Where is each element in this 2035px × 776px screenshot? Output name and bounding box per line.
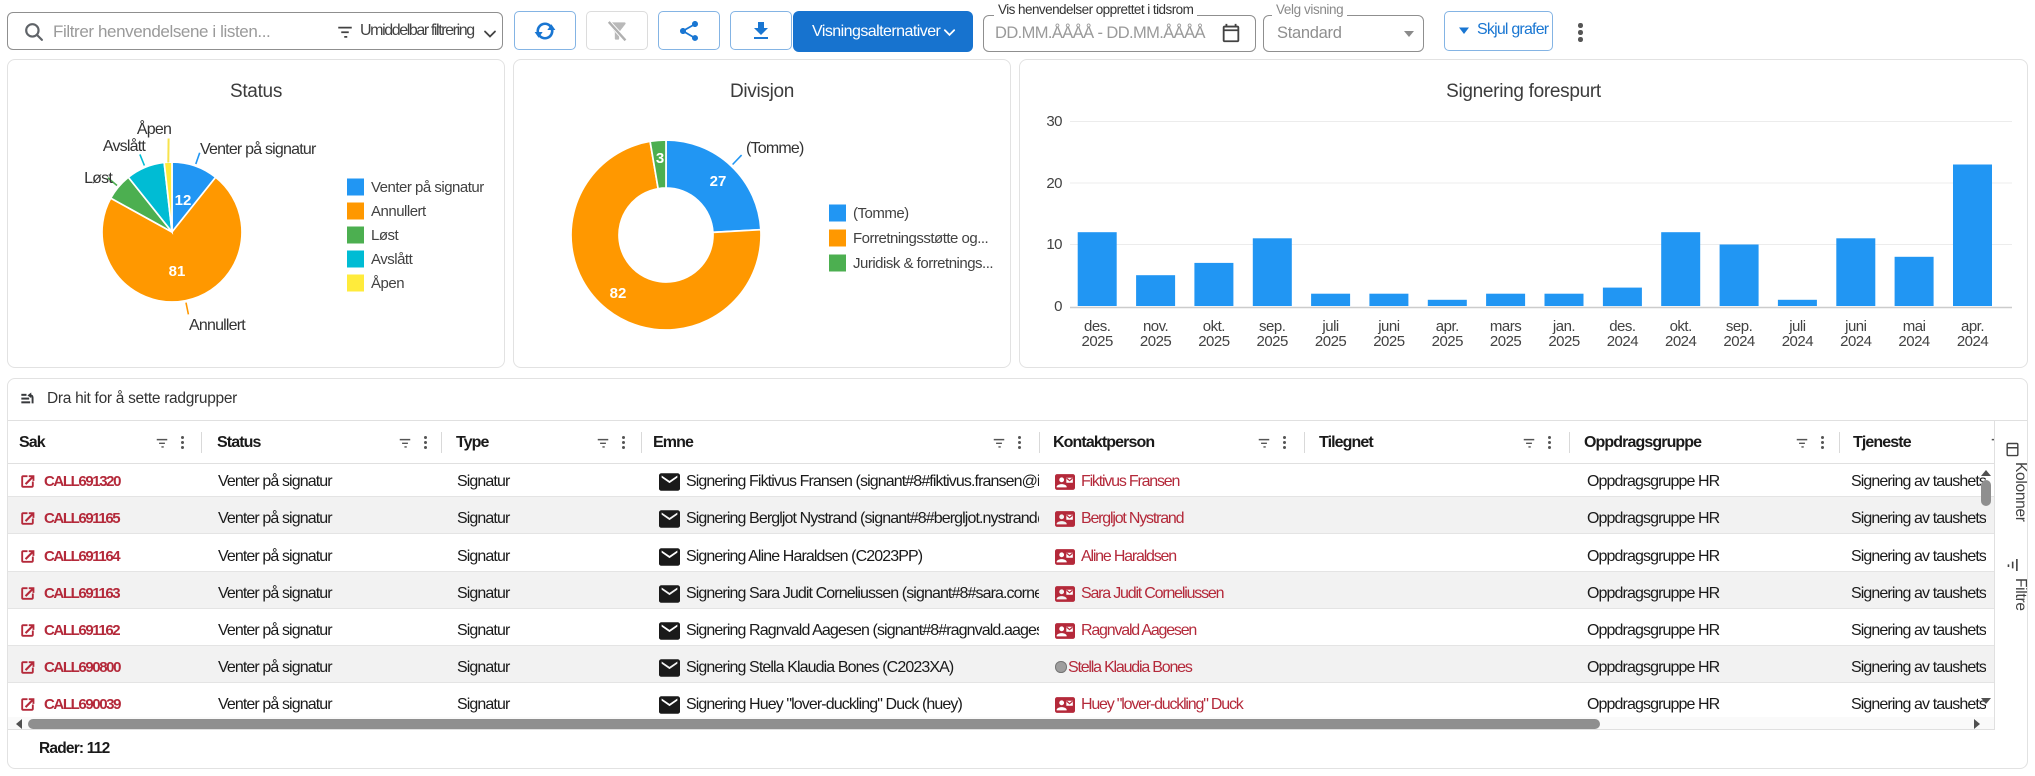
svg-text:Juridisk & forretnings...: Juridisk & forretnings... [853, 255, 993, 272]
svg-text:Annullert: Annullert [189, 317, 246, 334]
svg-text:2025: 2025 [1432, 333, 1464, 350]
svg-text:2025: 2025 [1198, 333, 1230, 350]
svg-text:2024: 2024 [1957, 333, 1989, 350]
svg-text:2025: 2025 [1373, 333, 1405, 350]
svg-text:3: 3 [656, 150, 664, 167]
svg-text:2024: 2024 [1723, 333, 1755, 350]
svg-text:10: 10 [1046, 236, 1062, 253]
svg-text:2025: 2025 [1257, 333, 1289, 350]
svg-text:Løst: Løst [84, 170, 113, 187]
svg-text:2024: 2024 [1898, 333, 1930, 350]
svg-text:2024: 2024 [1840, 333, 1872, 350]
svg-text:27: 27 [710, 173, 727, 190]
svg-text:2024: 2024 [1665, 333, 1697, 350]
svg-text:(Tomme): (Tomme) [853, 205, 909, 222]
svg-text:30: 30 [1046, 113, 1062, 130]
svg-text:2025: 2025 [1548, 333, 1580, 350]
svg-text:2025: 2025 [1140, 333, 1172, 350]
svg-text:12: 12 [175, 192, 192, 209]
svg-text:Åpen: Åpen [137, 119, 171, 138]
svg-text:2024: 2024 [1607, 333, 1639, 350]
svg-text:(Tomme): (Tomme) [746, 140, 804, 157]
svg-text:Annullert: Annullert [371, 203, 427, 220]
svg-text:81: 81 [169, 263, 186, 280]
svg-text:Avslått: Avslått [103, 137, 146, 155]
svg-text:2025: 2025 [1082, 333, 1114, 350]
svg-text:Venter på signatur: Venter på signatur [200, 140, 317, 158]
svg-text:2024: 2024 [1782, 333, 1814, 350]
svg-text:Løst: Løst [371, 227, 400, 244]
svg-text:Forretningsstøtte og...: Forretningsstøtte og... [853, 230, 988, 247]
svg-text:0: 0 [1054, 298, 1062, 315]
svg-text:2025: 2025 [1315, 333, 1347, 350]
svg-text:Åpen: Åpen [371, 275, 404, 292]
svg-text:82: 82 [610, 285, 627, 302]
svg-text:Venter på signatur: Venter på signatur [371, 179, 484, 196]
svg-text:2025: 2025 [1490, 333, 1522, 350]
svg-text:Avslått: Avslått [371, 251, 414, 268]
svg-text:20: 20 [1046, 175, 1062, 192]
